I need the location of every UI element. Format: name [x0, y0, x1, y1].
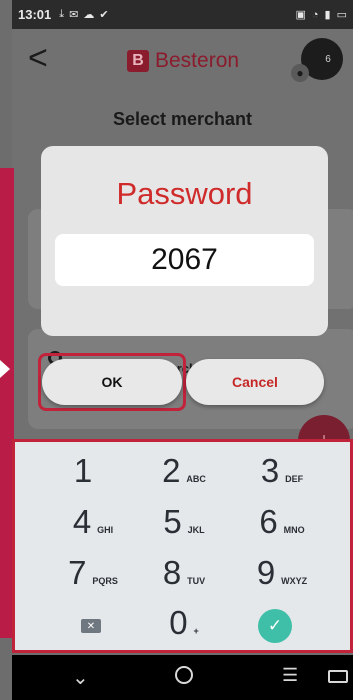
password-field[interactable]: 2067: [55, 234, 314, 286]
wifi-icon: ◔: [311, 8, 319, 21]
download-icon: ⤓: [59, 8, 65, 20]
logo-text: Besteron: [155, 49, 240, 72]
pointer-arrow-icon: [0, 360, 10, 378]
signal-icon: ▮: [324, 9, 331, 21]
page-title: Select merchant: [112, 109, 253, 129]
chevron-down-icon[interactable]: ⌄: [72, 665, 89, 690]
password-dialog: Password 2067: [41, 146, 328, 336]
message-icon: ✉: [69, 9, 79, 21]
person-icon: ●: [291, 64, 309, 82]
status-bar: 13:01 ⤓ ✉ ☁ ✔ ▣ ◔ ▮ ▭: [12, 0, 353, 29]
logo: B Besteron: [127, 49, 239, 73]
besteron-logo-icon: B: [127, 50, 149, 72]
cast-icon: ▣: [295, 9, 306, 21]
keypad-highlight: [12, 439, 353, 653]
notification-icons: ⤓ ✉ ☁ ✔: [59, 8, 108, 21]
app-header: < B Besteron 6 ●: [12, 29, 353, 97]
cloud-icon: ☁: [83, 9, 95, 21]
menu-icon[interactable]: ☰: [282, 665, 298, 686]
avatar-count: 6: [325, 53, 331, 65]
ok-button[interactable]: OK: [42, 359, 182, 405]
cancel-button[interactable]: Cancel: [186, 359, 324, 405]
battery-icon: ▭: [336, 9, 347, 21]
checkmark-icon: ✔: [99, 9, 109, 21]
navigation-bar: ⌄ ☰: [12, 655, 353, 700]
arrow-back-icon[interactable]: <: [28, 41, 48, 75]
system-icons: ▣ ◔ ▮ ▭: [295, 8, 347, 22]
home-icon[interactable]: [175, 666, 193, 684]
keyboard-icon[interactable]: [328, 670, 348, 683]
status-time: 13:01: [18, 7, 52, 22]
dialog-title: Password: [116, 176, 253, 211]
